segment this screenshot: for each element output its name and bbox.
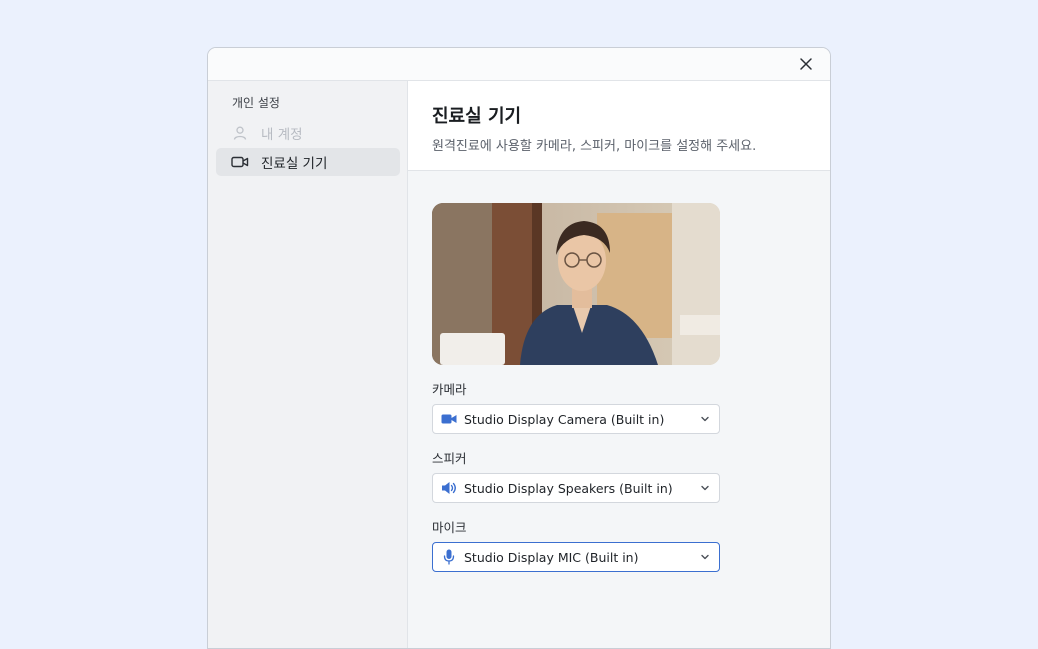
chevron-down-icon — [701, 485, 709, 491]
camera-select-value: Studio Display Camera (Built in) — [464, 411, 665, 427]
page-title: 진료실 기기 — [432, 106, 522, 127]
close-button[interactable] — [798, 56, 814, 72]
chevron-down-icon — [701, 416, 709, 422]
main-content: 진료실 기기 원격진료에 사용할 카메라, 스피커, 마이크를 설정해 주세요. — [408, 81, 830, 648]
sidebar: 개인 설정 내 계정 진료실 기기 — [208, 81, 408, 648]
mic-select[interactable]: Studio Display MIC (Built in) — [432, 542, 720, 572]
camera-select[interactable]: Studio Display Camera (Built in) — [432, 404, 720, 434]
speaker-label: 스피커 — [432, 451, 467, 466]
settings-window: 개인 설정 내 계정 진료실 기기 진료실 기기 원격진료에 사용할 카메라, … — [207, 47, 831, 649]
speaker-select-value: Studio Display Speakers (Built in) — [464, 480, 673, 496]
chevron-down-icon — [701, 554, 709, 560]
video-camera-icon — [441, 411, 457, 427]
close-icon — [800, 58, 812, 70]
sidebar-item-my-account[interactable]: 내 계정 — [216, 119, 400, 147]
sidebar-item-label: 내 계정 — [261, 127, 303, 143]
speaker-select[interactable]: Studio Display Speakers (Built in) — [432, 473, 720, 503]
camera-label: 카메라 — [432, 382, 467, 397]
video-camera-icon — [231, 153, 249, 171]
sidebar-item-room-devices[interactable]: 진료실 기기 — [216, 148, 400, 176]
sidebar-item-label: 진료실 기기 — [261, 156, 328, 172]
microphone-icon — [441, 549, 457, 565]
user-icon — [231, 124, 249, 142]
camera-preview — [432, 203, 720, 365]
mic-label: 마이크 — [432, 520, 467, 535]
content-header: 진료실 기기 원격진료에 사용할 카메라, 스피커, 마이크를 설정해 주세요. — [408, 81, 830, 171]
sidebar-section-title: 개인 설정 — [232, 96, 280, 110]
mic-select-value: Studio Display MIC (Built in) — [464, 549, 639, 565]
speaker-icon — [441, 480, 457, 496]
title-bar — [208, 48, 830, 81]
page-description: 원격진료에 사용할 카메라, 스피커, 마이크를 설정해 주세요. — [432, 139, 757, 154]
